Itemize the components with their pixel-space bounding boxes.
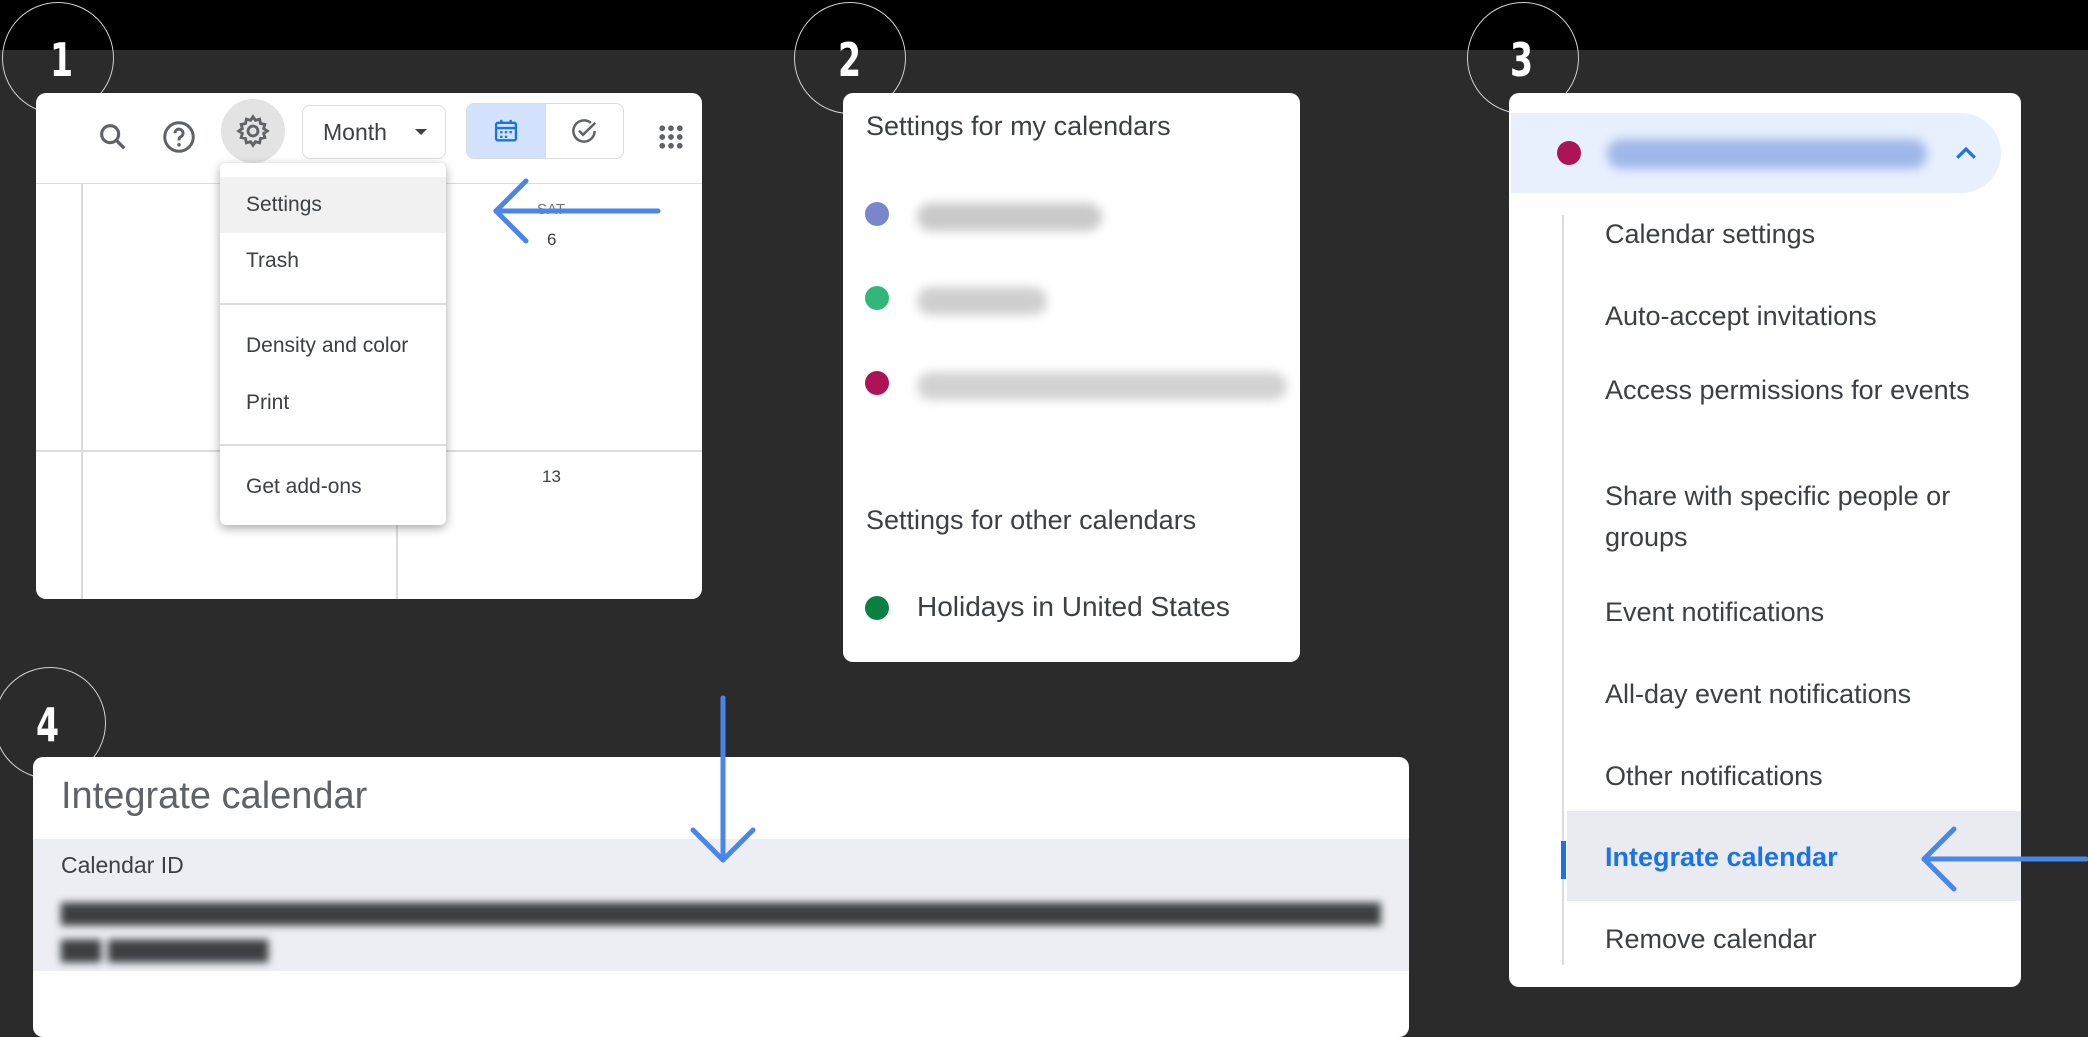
annotation-arrows bbox=[493, 178, 2088, 892]
arrow-to-calendar-id-icon bbox=[690, 695, 756, 863]
arrow-to-integrate-calendar-icon bbox=[1921, 826, 2088, 892]
arrow-to-settings-icon bbox=[493, 178, 661, 244]
